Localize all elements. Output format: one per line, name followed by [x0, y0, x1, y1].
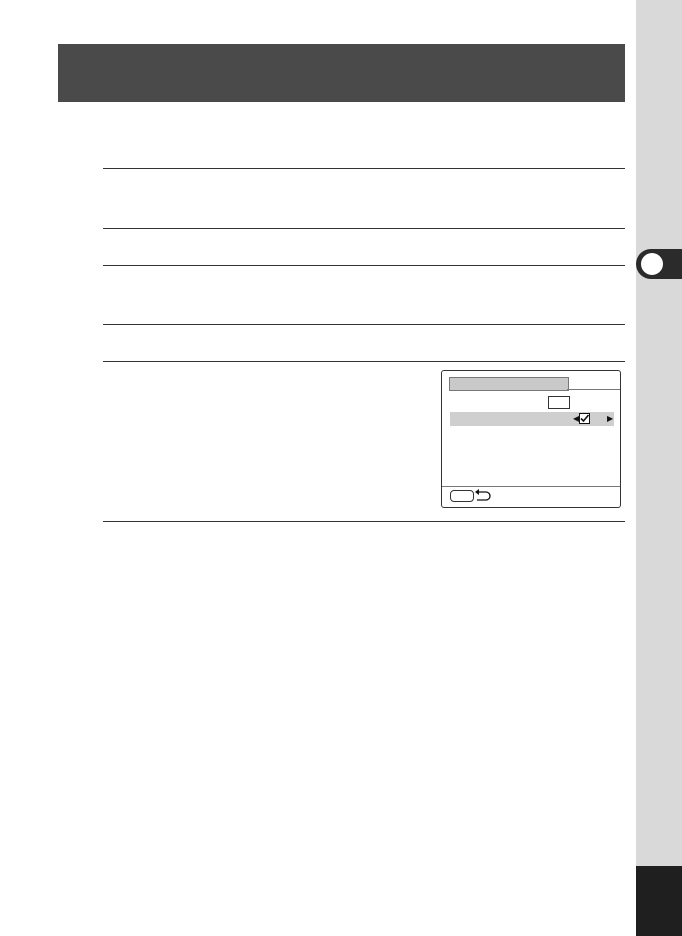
checkbox-checked-icon: [579, 413, 590, 424]
step-divider-5: [103, 361, 625, 362]
step-divider-6: [103, 521, 625, 522]
selected-menu-row: ◀ ▶: [450, 412, 614, 426]
step-divider-1: [103, 168, 625, 169]
page-number-block: [636, 866, 682, 936]
setting-value-box: [548, 396, 570, 409]
screen-bottom-rule: [442, 486, 620, 487]
triangle-right-icon: ▶: [607, 414, 614, 423]
side-thumb-index: [636, 0, 682, 936]
step-divider-2: [103, 228, 625, 229]
camera-screen-illustration: ◀ ▶: [441, 370, 621, 508]
menu-tab: [449, 377, 569, 391]
menu-button-icon: [450, 490, 474, 502]
step-divider-4: [103, 324, 625, 325]
chapter-circle-icon: [641, 253, 663, 275]
step-divider-3: [103, 265, 625, 266]
screen-top-rule: [567, 389, 620, 390]
section-title-bar: [58, 44, 625, 102]
return-arrow-icon: [475, 489, 491, 501]
